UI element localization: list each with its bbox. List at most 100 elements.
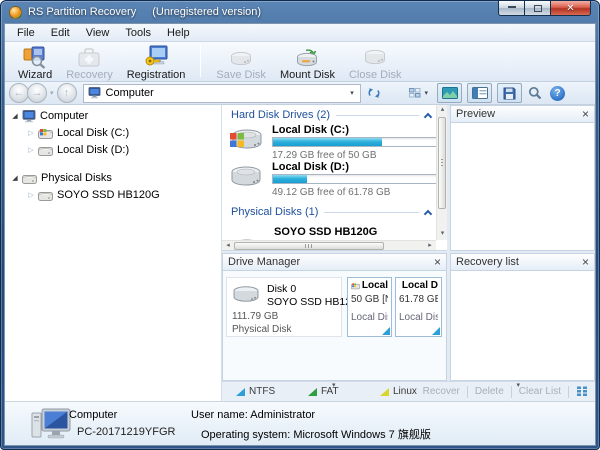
refresh-button[interactable] [367, 86, 381, 100]
list-view-icon[interactable] [576, 386, 589, 397]
section-divider [336, 115, 419, 116]
disk-d-large-icon[interactable] [228, 162, 264, 190]
scroll-left-arrow[interactable]: ◂ [222, 241, 234, 251]
menu-edit[interactable]: Edit [43, 26, 78, 40]
scroll-up-arrow[interactable]: ▴ [437, 105, 447, 116]
status-bar: Computer PC-20171219YFGR User name: Admi… [5, 401, 595, 445]
location-combo[interactable]: Computer ▾ [83, 84, 361, 103]
panels-toggle-button[interactable] [467, 83, 492, 103]
recovery-label: Recovery [66, 69, 112, 81]
disk-c-large-icon[interactable] [228, 125, 264, 153]
computer-label: Computer [69, 409, 117, 421]
hdd-section-title: Hard Disk Drives (2) [231, 109, 330, 121]
wizard-button[interactable]: Wizard [11, 43, 59, 82]
partition-c-card[interactable]: Local 50 GB [N Local Disk [347, 277, 392, 337]
recovery-list-body [450, 271, 595, 381]
close-disk-button[interactable]: Close Disk [342, 43, 409, 82]
save-icon [503, 87, 516, 100]
save-view-toggle-button[interactable] [497, 83, 522, 103]
collapse-chevron-icon[interactable] [424, 112, 432, 120]
views-button[interactable]: ▾ [405, 85, 433, 101]
section-divider [324, 212, 419, 213]
tree-label-computer[interactable]: Computer [40, 110, 88, 122]
collapse-chevron-icon[interactable] [424, 209, 432, 217]
tree-label-disk-c[interactable]: Local Disk (C:) [57, 127, 129, 139]
window-title-unregistered: (Unregistered version) [152, 6, 261, 18]
up-button[interactable]: ↑ [57, 83, 77, 103]
menu-view[interactable]: View [78, 26, 118, 40]
right-column: Preview × Recovery list × [450, 105, 595, 381]
horizontal-scrollbar[interactable]: ◂ ▸ [222, 240, 436, 250]
right-region: Hard Disk Drives (2) [222, 105, 595, 401]
history-dropdown-icon[interactable]: ▾ [50, 89, 54, 97]
registration-button[interactable]: Registration [120, 43, 193, 82]
close-panel-icon[interactable]: × [582, 109, 589, 119]
collapsed-arrow-icon[interactable]: ▷ [25, 129, 37, 137]
close-panel-icon[interactable]: × [434, 257, 441, 267]
tree-item-soyo-ssd[interactable]: ▷ SOYO SSD HB120G [25, 187, 160, 203]
recovery-actions: Recover Delete Clear List [423, 386, 589, 398]
vertical-scroll-thumb[interactable] [438, 117, 446, 209]
recover-button[interactable]: Recover [423, 386, 460, 397]
tree-item-disk-d[interactable]: ▷ Local Disk (D:) [25, 142, 129, 158]
recovery-button[interactable]: Recovery [59, 43, 119, 82]
drives-view: Hard Disk Drives (2) [222, 105, 447, 251]
maximize-button[interactable] [525, 1, 551, 16]
horizontal-scroll-thumb[interactable] [234, 242, 384, 250]
tree-item-computer[interactable]: ◢ Computer [9, 108, 88, 124]
registration-label: Registration [127, 69, 186, 81]
disk0-card[interactable]: Disk 0 SOYO SSD HB120G 111.79 GB Physica… [226, 277, 342, 337]
back-button[interactable]: ← [9, 83, 29, 103]
drive-d-capacity-bar [272, 174, 442, 184]
title-bar[interactable]: RS Partition Recovery (Unregistered vers… [1, 1, 599, 23]
forward-button[interactable]: → [27, 83, 47, 103]
tree-item-disk-c[interactable]: ▷ Local Disk (C:) [25, 125, 129, 141]
app-window: RS Partition Recovery (Unregistered vers… [0, 0, 600, 450]
delete-button[interactable]: Delete [475, 386, 504, 397]
close-disk-icon [362, 44, 388, 69]
drive-c-free-space: 17.29 GB free of 50 GB [272, 150, 377, 161]
drive-manager-header: Drive Manager × [222, 253, 447, 271]
ntfs-corner-icon [382, 327, 390, 335]
clear-list-button[interactable]: Clear List [519, 386, 561, 397]
expanded-arrow-icon[interactable]: ◢ [9, 174, 21, 182]
tree-label-physical-disks[interactable]: Physical Disks [41, 172, 112, 184]
mount-disk-button[interactable]: Mount Disk [273, 43, 342, 82]
partition-d-card[interactable]: Local D 61.78 GB [ Local Disk [395, 277, 442, 337]
wizard-icon [22, 44, 48, 69]
scroll-right-arrow[interactable]: ▸ [424, 241, 436, 251]
close-panel-icon[interactable]: × [582, 257, 589, 267]
drive-c-name[interactable]: Local Disk (C:) [272, 124, 349, 136]
physical-drive-name[interactable]: SOYO SSD HB120G [274, 226, 377, 238]
collapsed-arrow-icon[interactable]: ▷ [25, 146, 37, 154]
user-name: User name: Administrator [191, 409, 315, 421]
search-button[interactable] [528, 86, 542, 100]
collapsed-arrow-icon[interactable]: ▷ [25, 191, 37, 199]
tree-label-soyo-ssd[interactable]: SOYO SSD HB120G [57, 189, 160, 201]
save-disk-button[interactable]: Save Disk [209, 43, 273, 82]
expanded-arrow-icon[interactable]: ◢ [9, 112, 21, 120]
legend-ntfs: NTFS [236, 386, 275, 397]
close-window-button[interactable]: ✕ [551, 1, 591, 16]
location-dropdown-icon[interactable]: ▾ [345, 85, 360, 102]
vertical-scrollbar[interactable]: ▴ ▾ [436, 105, 447, 240]
window-controls: ✕ [498, 1, 591, 16]
scroll-down-arrow[interactable]: ▾ [437, 229, 447, 240]
registration-icon [143, 44, 170, 69]
help-button[interactable]: ? [550, 86, 565, 101]
tree-label-disk-d[interactable]: Local Disk (D:) [57, 144, 129, 156]
menu-file[interactable]: File [9, 26, 43, 40]
tree-item-physical-disks[interactable]: ◢ Physical Disks [9, 170, 112, 186]
drive-d-name[interactable]: Local Disk (D:) [272, 161, 349, 173]
minimize-button[interactable] [498, 1, 525, 16]
menu-help[interactable]: Help [159, 26, 198, 40]
preview-toggle-button[interactable] [437, 83, 462, 103]
legend-fat-label: FAT [321, 386, 339, 397]
fat-triangle-icon [308, 388, 317, 396]
disk-c-icon [38, 128, 53, 139]
middle-column: Hard Disk Drives (2) [222, 105, 447, 381]
menu-tools[interactable]: Tools [117, 26, 159, 40]
recovery-list-panel: Recovery list × [450, 253, 595, 381]
menu-bar: File Edit View Tools Help [5, 24, 595, 42]
maximize-icon [534, 5, 542, 12]
